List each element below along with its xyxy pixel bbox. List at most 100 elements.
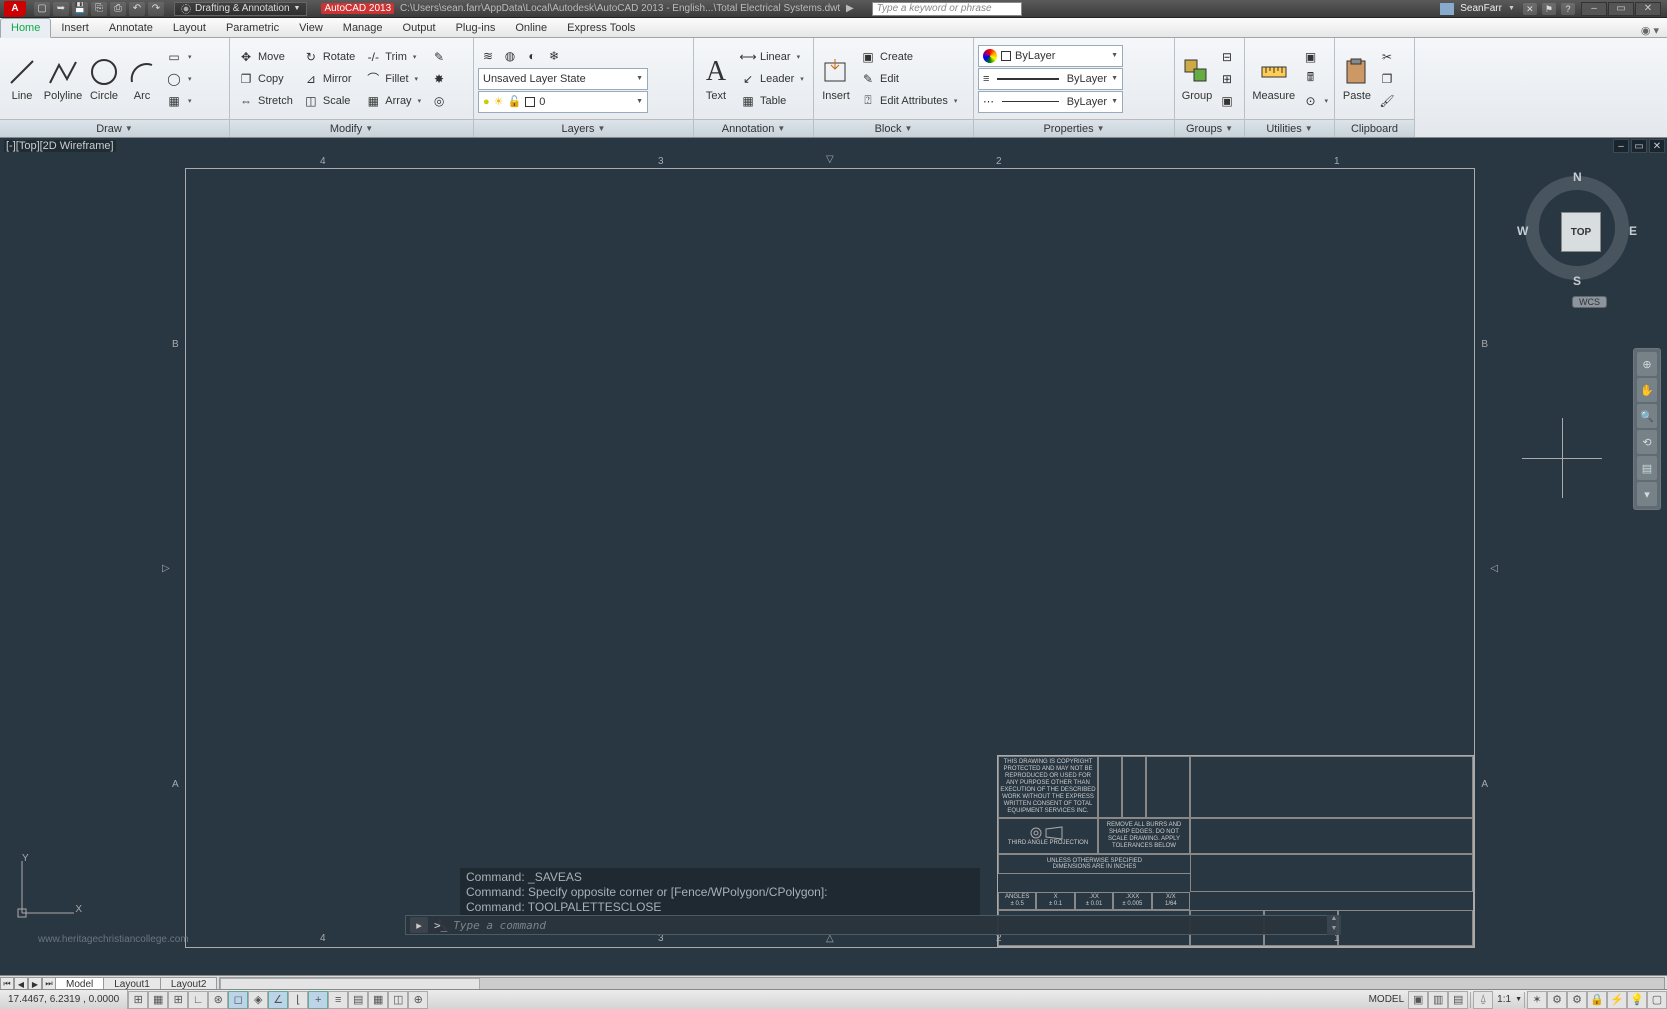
array-button[interactable]: ▦Array▾ bbox=[361, 90, 425, 112]
infer-button[interactable]: ⊞ bbox=[128, 991, 148, 1009]
tab-insert[interactable]: Insert bbox=[51, 19, 99, 37]
viewcube-top[interactable]: TOP bbox=[1561, 212, 1601, 252]
doc-nav-icon[interactable]: ▶ bbox=[846, 3, 854, 14]
layer-dropdown[interactable]: ● ☀ 🔓 0 ▼ bbox=[478, 91, 648, 113]
ribbon-collapse-icon[interactable]: ◉ ▾ bbox=[1633, 24, 1667, 37]
panel-title-modify[interactable]: Modify▼ bbox=[230, 119, 473, 137]
linetype-dropdown[interactable]: ⋯ByLayer▼ bbox=[978, 91, 1123, 113]
qat-redo-icon[interactable]: ↷ bbox=[148, 2, 164, 16]
quickview-layouts-icon[interactable]: ▥ bbox=[1428, 991, 1448, 1009]
stayconnected-icon[interactable]: ⚑ bbox=[1542, 3, 1556, 15]
panel-title-utilities[interactable]: Utilities▼ bbox=[1245, 119, 1334, 137]
exchange-icon[interactable]: ✕ bbox=[1523, 3, 1537, 15]
maximize-button[interactable]: ▭ bbox=[1608, 2, 1634, 16]
layerfrz-button[interactable]: ❄ bbox=[544, 45, 564, 67]
dyn-button[interactable]: + bbox=[308, 991, 328, 1009]
chevron-down-icon[interactable]: ▼ bbox=[1508, 5, 1515, 12]
minimize-button[interactable]: – bbox=[1581, 2, 1607, 16]
id-button[interactable]: ⊙▾ bbox=[1300, 90, 1330, 112]
help-icon[interactable]: ? bbox=[1561, 3, 1575, 15]
tab-annotate[interactable]: Annotate bbox=[99, 19, 163, 37]
explode-button[interactable]: ✸ bbox=[427, 68, 451, 90]
sc-button[interactable]: ◫ bbox=[388, 991, 408, 1009]
modelspace-icon[interactable]: ▣ bbox=[1408, 991, 1428, 1009]
color-dropdown[interactable]: ByLayer▼ bbox=[978, 45, 1123, 67]
toolbar-lock-icon[interactable]: 🔒 bbox=[1587, 991, 1607, 1009]
vp-minimize-button[interactable]: – bbox=[1613, 139, 1629, 153]
am-button[interactable]: ⊕ bbox=[408, 991, 428, 1009]
panel-title-properties[interactable]: Properties▼ bbox=[974, 119, 1174, 137]
rotate-button[interactable]: ↻Rotate bbox=[299, 46, 359, 68]
commandline-scroll[interactable]: ▲▼ bbox=[1327, 915, 1341, 935]
qat-open-icon[interactable]: ➥ bbox=[53, 2, 69, 16]
user-name[interactable]: SeanFarr bbox=[1460, 3, 1502, 14]
snap-button[interactable]: ▦ bbox=[148, 991, 168, 1009]
lwt-button[interactable]: ≡ bbox=[328, 991, 348, 1009]
osnap-button[interactable]: ◻ bbox=[228, 991, 248, 1009]
linear-button[interactable]: ⟷Linear▾ bbox=[736, 46, 808, 68]
3dosnap-button[interactable]: ◈ bbox=[248, 991, 268, 1009]
circle-button[interactable]: Circle bbox=[86, 40, 122, 117]
app-icon[interactable]: A bbox=[4, 1, 26, 17]
cleanscreen-icon[interactable]: ▢ bbox=[1647, 991, 1667, 1009]
orbit-icon[interactable]: ⟲ bbox=[1637, 430, 1657, 454]
isolate-icon[interactable]: 💡 bbox=[1627, 991, 1647, 1009]
wcs-badge[interactable]: WCS bbox=[1572, 296, 1607, 308]
vp-close-button[interactable]: ✕ bbox=[1649, 139, 1665, 153]
qat-save-icon[interactable]: 💾 bbox=[72, 2, 88, 16]
ducs-button[interactable]: ⌊ bbox=[288, 991, 308, 1009]
viewport-label[interactable]: [-][Top][2D Wireframe] bbox=[4, 140, 116, 152]
workspace-dropdown[interactable]: Drafting & Annotation ▼ bbox=[174, 2, 307, 16]
erase-button[interactable]: ✎ bbox=[427, 46, 451, 68]
edit-button[interactable]: ✎Edit bbox=[856, 68, 961, 90]
quickcalc-button[interactable]: 🖩 bbox=[1300, 68, 1330, 90]
qat-plot-icon[interactable]: ⎙ bbox=[110, 2, 126, 16]
panel-title-annotation[interactable]: Annotation▼ bbox=[694, 119, 813, 137]
tab-output[interactable]: Output bbox=[393, 19, 446, 37]
offset-button[interactable]: ◎ bbox=[427, 90, 451, 112]
annoauto-icon[interactable]: ⚙ bbox=[1547, 991, 1567, 1009]
tab-view[interactable]: View bbox=[289, 19, 333, 37]
stretch-button[interactable]: ⇔Stretch bbox=[234, 90, 297, 112]
viewcube[interactable]: TOP N E S W bbox=[1517, 168, 1637, 288]
ungroup-button[interactable]: ⊟ bbox=[1217, 46, 1237, 68]
table-button[interactable]: ▦Table bbox=[736, 90, 808, 112]
zoom-icon[interactable]: 🔍 bbox=[1637, 404, 1657, 428]
layeroff-button[interactable]: ◍ bbox=[500, 45, 520, 67]
editattr-button[interactable]: ⍰Edit Attributes▾ bbox=[856, 90, 961, 112]
space-label[interactable]: MODEL bbox=[1365, 994, 1409, 1005]
otrack-button[interactable]: ∠ bbox=[268, 991, 288, 1009]
scale-label[interactable]: 1:1 bbox=[1493, 994, 1515, 1005]
close-button[interactable]: ✕ bbox=[1635, 2, 1661, 16]
help-search-input[interactable]: Type a keyword or phrase bbox=[872, 2, 1022, 16]
tpy-button[interactable]: ▤ bbox=[348, 991, 368, 1009]
grid-button[interactable]: ⊞ bbox=[168, 991, 188, 1009]
mirror-button[interactable]: ⊿Mirror bbox=[299, 68, 359, 90]
trim-button[interactable]: -/-Trim▾ bbox=[361, 46, 425, 68]
qat-undo-icon[interactable]: ↶ bbox=[129, 2, 145, 16]
scale-button[interactable]: ◫Scale bbox=[299, 90, 359, 112]
tab-manage[interactable]: Manage bbox=[333, 19, 393, 37]
selectall-button[interactable]: ▣ bbox=[1300, 46, 1330, 68]
group-button[interactable]: Group bbox=[1179, 40, 1215, 117]
polyline-button[interactable]: Polyline bbox=[42, 40, 84, 117]
insert-button[interactable]: Insert bbox=[818, 40, 854, 117]
copy-button[interactable]: ❐Copy bbox=[234, 68, 297, 90]
leader-button[interactable]: ↙Leader▾ bbox=[736, 68, 808, 90]
tab-parametric[interactable]: Parametric bbox=[216, 19, 289, 37]
annovisibility-icon[interactable]: ✶ bbox=[1527, 991, 1547, 1009]
measure-button[interactable]: Measure bbox=[1249, 40, 1298, 117]
showmotion-icon[interactable]: ▤ bbox=[1637, 456, 1657, 480]
copyclip-button[interactable]: ❐ bbox=[1377, 68, 1397, 90]
cmdline-recent-icon[interactable]: ▸ bbox=[410, 917, 428, 933]
coordinates-readout[interactable]: 17.4467, 6.2319 , 0.0000 bbox=[0, 990, 128, 1009]
vp-maximize-button[interactable]: ▭ bbox=[1631, 139, 1647, 153]
ellipse-button[interactable]: ◯▾ bbox=[162, 68, 196, 90]
ortho-button[interactable]: ∟ bbox=[188, 991, 208, 1009]
arc-button[interactable]: Arc bbox=[124, 40, 160, 117]
lineweight-dropdown[interactable]: ≡ByLayer▼ bbox=[978, 68, 1123, 90]
groupsel-button[interactable]: ▣ bbox=[1217, 90, 1237, 112]
qp-button[interactable]: ▦ bbox=[368, 991, 388, 1009]
create-button[interactable]: ▣Create bbox=[856, 46, 961, 68]
workspace-switch-icon[interactable]: ⚙ bbox=[1567, 991, 1587, 1009]
